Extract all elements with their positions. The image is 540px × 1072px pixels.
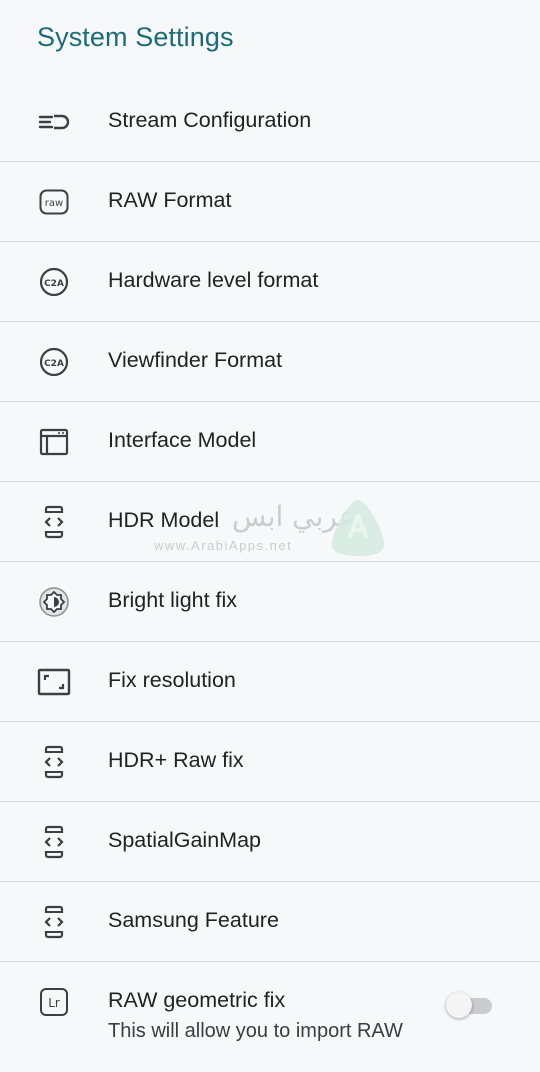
item-label: SpatialGainMap [108,828,261,852]
item-label: Bright light fix [108,588,238,612]
svg-text:C2A: C2A [44,279,64,289]
settings-item-bright-light-fix[interactable]: Bright light fix [0,562,540,642]
settings-item-viewfinder-format[interactable]: C2A Viewfinder Format [0,322,540,402]
app-header: System Settings [0,0,540,82]
item-label: Hardware level format [108,268,319,292]
settings-item-spatial-gain-map[interactable]: SpatialGainMap [0,802,540,882]
item-label: Stream Configuration [108,108,312,132]
window-icon [34,424,74,460]
item-label: Interface Model [108,428,257,452]
svg-text:raw: raw [45,198,63,209]
brightness-icon [34,584,74,620]
developer-mode-icon [34,824,74,860]
item-label: Viewfinder Format [108,348,283,372]
svg-text:C2A: C2A [44,359,64,369]
settings-item-hdr-raw-fix[interactable]: HDR+ Raw fix [0,722,540,802]
item-label: Fix resolution [108,668,236,692]
item-label: RAW Format [108,188,232,212]
c2a-icon: C2A [34,344,74,380]
toggle-thumb [446,992,472,1018]
stream-config-icon [34,104,74,140]
settings-item-stream-configuration[interactable]: Stream Configuration [0,82,540,162]
developer-mode-icon [34,744,74,780]
item-label: HDR Model [108,508,220,532]
c2a-icon: C2A [34,264,74,300]
item-label: Samsung Feature [108,908,279,932]
raw-geometric-fix-toggle[interactable] [446,992,494,1018]
developer-mode-icon [34,904,74,940]
settings-item-fix-resolution[interactable]: Fix resolution [0,642,540,722]
svg-text:Lr: Lr [48,996,60,1010]
item-label: RAW geometric fix [108,988,286,1012]
settings-item-hdr-model[interactable]: HDR Model [0,482,540,562]
settings-item-hardware-level-format[interactable]: C2A Hardware level format [0,242,540,322]
aspect-ratio-icon [34,664,74,700]
item-label: HDR+ Raw fix [108,748,244,772]
page-title: System Settings [37,22,234,52]
settings-item-samsung-feature[interactable]: Samsung Feature [0,882,540,962]
settings-item-interface-model[interactable]: Interface Model [0,402,540,482]
settings-list: Stream Configuration raw RAW Format C2A … [0,82,540,1072]
lightroom-icon: Lr [34,984,74,1020]
settings-item-raw-geometric-fix[interactable]: Lr RAW geometric fix This will allow you… [0,962,540,1072]
raw-icon: raw [34,184,74,220]
item-subtitle: This will allow you to import RAW [108,1020,403,1042]
settings-item-raw-format[interactable]: raw RAW Format [0,162,540,242]
developer-mode-icon [34,504,74,540]
